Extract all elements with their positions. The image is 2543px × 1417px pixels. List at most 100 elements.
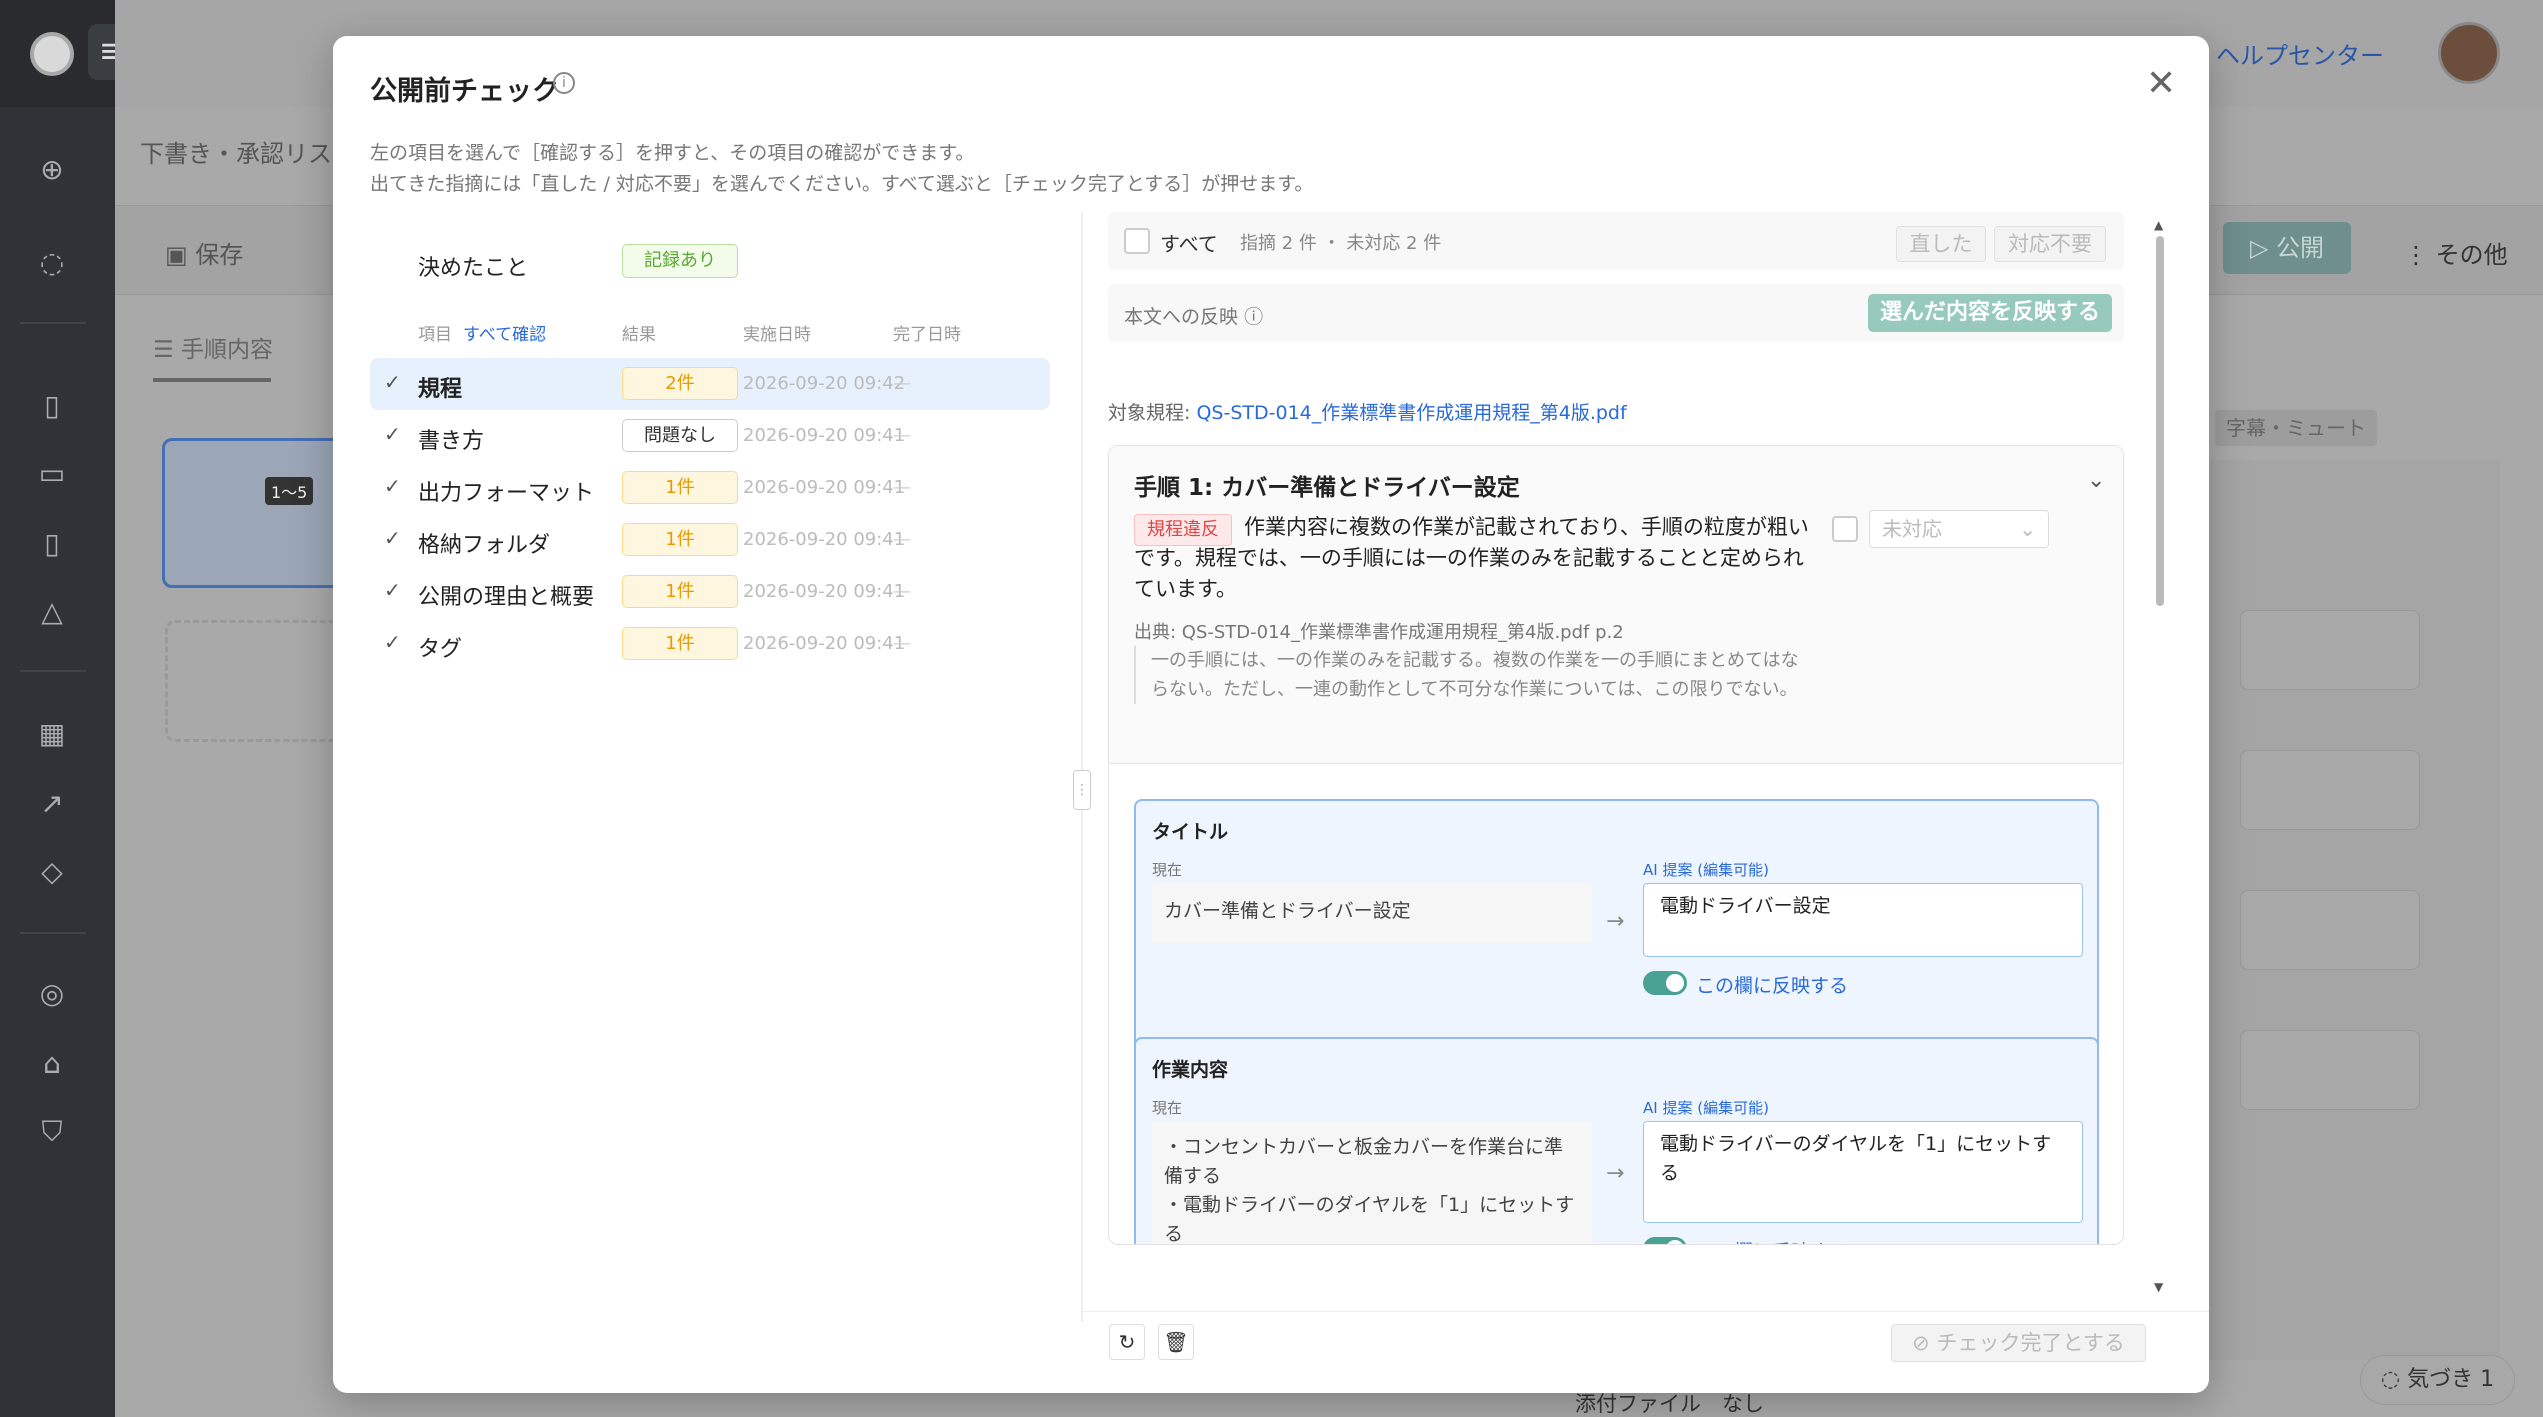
list-item[interactable]: ✓ 書き方 問題なし 2026-09-20 09:41 —	[370, 410, 1050, 462]
info-icon[interactable]: i	[553, 72, 575, 94]
reflect-label: 本文への反映 ⓘ	[1124, 302, 1263, 329]
document-icon[interactable]: ▯	[34, 388, 70, 424]
dialog-title: 公開前チェック	[370, 76, 559, 107]
alarm-icon[interactable]: ⌂	[34, 1046, 70, 1082]
list-item[interactable]: ✓ タグ 1件 2026-09-20 09:41 —	[370, 618, 1050, 670]
tab-steps[interactable]: ☰ 手順内容	[153, 330, 273, 364]
close-icon[interactable]: ✕	[2146, 66, 2176, 102]
reflect-toggle[interactable]	[1643, 971, 1687, 995]
check-all-link[interactable]: すべて確認	[463, 320, 546, 345]
select-all-label: すべて	[1160, 232, 1218, 256]
target-file-link[interactable]: QS-STD-014_作業標準書作成運用規程_第4版.pdf	[1196, 402, 1626, 424]
scroll-up-arrow[interactable]: ▲	[2154, 218, 2163, 232]
regulation-quote: 一の手順には、一の作業のみを記載する。複数の作業を一の手順にまとめてはならない。…	[1134, 646, 1814, 704]
header-date: 実施日時	[743, 325, 811, 345]
subtitle-mute-button[interactable]: 字幕・ミュート	[2215, 410, 2377, 446]
chevron-down-icon: ⌄	[2019, 517, 2036, 541]
field-name: タイトル	[1152, 821, 1229, 843]
result-badge: 1件	[622, 471, 738, 504]
scrollbar-thumb[interactable]	[2156, 236, 2164, 606]
ai-label: AI 提案 (編集可能)	[1643, 861, 1769, 879]
book-icon[interactable]: ▯	[34, 526, 70, 562]
arrow-right-icon: →	[1606, 1161, 1625, 1186]
fixed-button[interactable]: 直した	[1896, 226, 1986, 262]
publish-button[interactable]: ▷ 公開	[2223, 222, 2351, 274]
help-icon[interactable]: ⓘ	[1244, 306, 1263, 328]
current-label: 現在	[1152, 1099, 1183, 1117]
item-name: 規程	[418, 377, 463, 402]
app-sidebar: ⊕ ◌ ▯ ▭ ▯ △ ▦ ↗ ◇ ◎ ⌂ ⛉	[0, 0, 115, 1417]
decided-label: 決めたこと	[418, 256, 529, 281]
refresh-icon[interactable]: ↻	[1109, 1324, 1145, 1360]
flask-icon[interactable]: △	[34, 594, 70, 630]
reflect-label-text: 本文への反映	[1124, 306, 1239, 328]
help-center-link[interactable]: ヘルプセンター	[2216, 36, 2384, 71]
add-step-placeholder[interactable]	[165, 620, 340, 742]
current-value: カバー準備とドライバー設定	[1152, 883, 1592, 943]
footer-divider	[1083, 1311, 2209, 1312]
list-item[interactable]: ✓ 出力フォーマット 1件 2026-09-20 09:41 —	[370, 462, 1050, 514]
scroll-down-arrow[interactable]: ▼	[2154, 1280, 2163, 1294]
item-done: —	[893, 477, 911, 498]
result-badge: 2件	[622, 367, 738, 400]
status-value: 未対応	[1882, 517, 1942, 541]
active-tab-indicator	[153, 378, 271, 382]
board-icon[interactable]: ▦	[34, 716, 70, 752]
current-label: 現在	[1152, 861, 1183, 879]
decided-badge[interactable]: 記録あり	[622, 244, 738, 278]
ai-suggestion-input[interactable]: 電動ドライバー設定	[1643, 883, 2083, 957]
add-icon[interactable]: ⊕	[34, 152, 70, 188]
trash-icon[interactable]: 🗑	[1158, 1324, 1194, 1360]
status-select[interactable]: 未対応 ⌄	[1869, 510, 2049, 548]
breadcrumb[interactable]: 下書き・承認リスト	[140, 134, 356, 169]
users-icon[interactable]: ◎	[34, 976, 70, 1012]
no-action-button[interactable]: 対応不要	[1994, 226, 2106, 262]
avatar[interactable]	[2438, 22, 2500, 84]
resize-handle[interactable]: ⋮	[1073, 770, 1091, 810]
reflect-toggle-label[interactable]: この欄に反映する	[1696, 971, 1848, 998]
list-item[interactable]: ✓ 規程 2件 2026-09-20 09:42 —	[370, 358, 1050, 410]
header-item: 項目	[418, 325, 452, 345]
arrow-right-icon: →	[1606, 909, 1625, 934]
side-card	[2240, 890, 2420, 970]
notice-button[interactable]: ◌ 気づき 1	[2360, 1355, 2515, 1405]
ai-label: AI 提案 (編集可能)	[1643, 1099, 1769, 1117]
item-date: 2026-09-20 09:41	[743, 529, 906, 550]
complete-check-button[interactable]: ⊘ チェック完了とする	[1891, 1324, 2146, 1362]
image-icon[interactable]: ▭	[34, 456, 70, 492]
prepublish-check-dialog: 公開前チェック i ✕ 左の項目を選んで［確認する］を押すと、その項目の確認がで…	[333, 36, 2209, 1393]
chart-icon[interactable]: ↗	[34, 786, 70, 822]
check-icon: ✓	[384, 422, 401, 446]
chevron-down-icon[interactable]: ⌄	[2087, 468, 2105, 493]
step-thumbnail[interactable]: 1～5	[162, 438, 342, 588]
shield-icon[interactable]: ⛉	[34, 1114, 70, 1150]
rocket-icon[interactable]: ◇	[34, 854, 70, 890]
description-line: 左の項目を選んで［確認する］を押すと、その項目の確認ができます。	[370, 142, 975, 164]
notice-label: 気づき 1	[2407, 1367, 2495, 1392]
item-name: 出力フォーマット	[418, 481, 595, 506]
result-badge: 1件	[622, 627, 738, 660]
lightbulb-icon[interactable]: ◌	[34, 245, 70, 281]
reflect-bar: 本文への反映 ⓘ 選んだ内容を反映する	[1108, 284, 2124, 342]
save-label: 保存	[195, 241, 244, 269]
field-title: タイトル 現在 AI 提案 (編集可能) カバー準備とドライバー設定 → 電動ド…	[1134, 799, 2099, 1069]
list-header: 項目 すべて確認 結果 実施日時 完了日時	[370, 320, 1050, 350]
list-item[interactable]: ✓ 格納フォルダ 1件 2026-09-20 09:41 —	[370, 514, 1050, 566]
panel-divider	[1081, 212, 1083, 1322]
current-value: ・コンセントカバーと板金カバーを作業台に準備する ・電動ドライバーのダイヤルを「…	[1152, 1121, 1592, 1244]
save-button[interactable]: ▣ 保存	[165, 235, 243, 270]
list-item[interactable]: ✓ 公開の理由と概要 1件 2026-09-20 09:41 —	[370, 566, 1050, 618]
check-icon: ✓	[384, 578, 401, 602]
dialog-description: 左の項目を選んで［確認する］を押すと、その項目の確認ができます。 出てきた指摘に…	[370, 138, 1313, 200]
select-all-checkbox[interactable]	[1124, 228, 1150, 254]
reflect-toggle-label[interactable]: この欄に反映する	[1696, 1237, 1848, 1244]
item-date: 2026-09-20 09:41	[743, 425, 906, 446]
issue-checkbox[interactable]	[1832, 516, 1858, 542]
issue-source: 出典: QS-STD-014_作業標準書作成運用規程_第4版.pdf p.2	[1134, 622, 1624, 643]
more-menu-button[interactable]: ⋮ その他	[2404, 235, 2508, 270]
reflect-toggle[interactable]	[1643, 1237, 1687, 1244]
ai-suggestion-input[interactable]: 電動ドライバーのダイヤルを「1」にセットする	[1643, 1121, 2083, 1223]
publish-label: 公開	[2276, 234, 2325, 262]
item-name: 書き方	[418, 429, 485, 454]
apply-selected-button[interactable]: 選んだ内容を反映する	[1868, 294, 2112, 332]
